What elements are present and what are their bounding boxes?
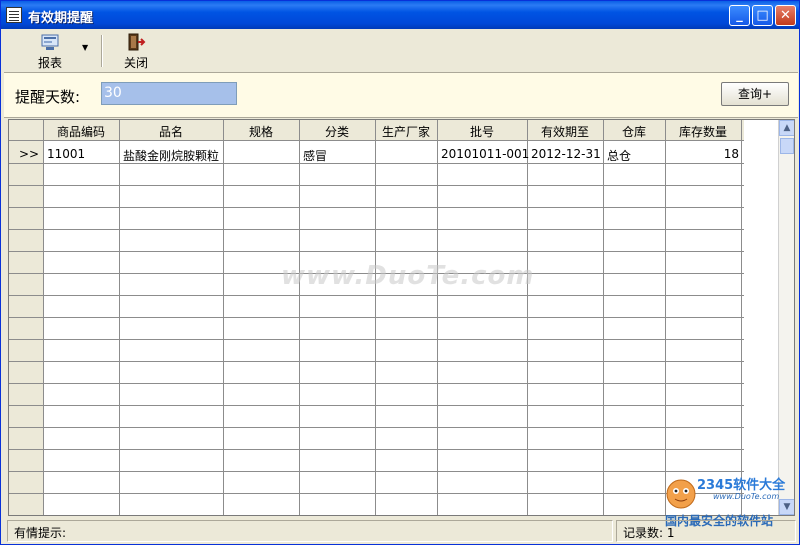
close-icon: ✕ xyxy=(780,8,791,23)
grid-row-line xyxy=(9,185,744,186)
maximize-button[interactable]: □ xyxy=(752,5,773,26)
cell-code[interactable]: 11001 xyxy=(47,147,85,161)
cell-batch[interactable]: 20101011-001 xyxy=(441,147,529,161)
col-header-stock[interactable]: 库存数量 xyxy=(665,123,741,140)
toolbar: 报表 ▼ 关闭 xyxy=(4,31,798,71)
col-header-name[interactable]: 品名 xyxy=(119,123,223,140)
record-count-label: 记录数: xyxy=(623,526,664,540)
scroll-up-icon[interactable]: ▲ xyxy=(779,120,794,136)
grid-row-line xyxy=(9,471,744,472)
cell-stock[interactable]: 18 xyxy=(665,147,739,161)
filter-bar: 提醒天数: 30 查询+ xyxy=(4,72,798,118)
grid-row-line xyxy=(9,427,744,428)
window-title: 有效期提醒 xyxy=(28,11,94,26)
grid-row-line xyxy=(9,317,744,318)
cell-warehouse[interactable]: 总仓 xyxy=(607,147,631,164)
watermark: www.DuoTe.com xyxy=(281,261,535,291)
close-button[interactable]: 关闭 xyxy=(118,33,154,70)
main-window: 有效期提醒 _ □ ✕ 报表 ▼ 关闭 提醒天数: 30 查询+ 商品编码 品名… xyxy=(0,0,800,545)
minimize-button[interactable]: _ xyxy=(729,5,750,26)
report-button[interactable]: 报表 xyxy=(32,33,68,70)
grid-row-line xyxy=(9,361,744,362)
col-header-expiry[interactable]: 有效期至 xyxy=(527,123,603,140)
exit-door-icon xyxy=(128,33,146,51)
row-marker: >> xyxy=(19,147,40,161)
grid-column-line xyxy=(375,120,376,515)
col-header-category[interactable]: 分类 xyxy=(299,123,375,140)
minimize-icon: _ xyxy=(736,8,743,23)
row-header-column xyxy=(9,120,43,515)
col-header-spec[interactable]: 规格 xyxy=(223,123,299,140)
col-header-manufacturer[interactable]: 生产厂家 xyxy=(375,123,437,140)
maximize-icon: □ xyxy=(756,8,769,23)
status-bar: 有情提示: 记录数: 1 xyxy=(4,518,798,544)
grid-column-line xyxy=(43,120,44,515)
grid-column-line xyxy=(299,120,300,515)
col-header-warehouse[interactable]: 仓库 xyxy=(603,123,665,140)
hint-panel: 有情提示: xyxy=(7,520,613,542)
grid-column-line xyxy=(603,120,604,515)
window-icon xyxy=(6,7,22,23)
grid-column-line xyxy=(223,120,224,515)
scroll-thumb[interactable] xyxy=(780,138,794,154)
query-button[interactable]: 查询+ xyxy=(721,82,789,106)
grid-row-line xyxy=(9,515,744,516)
grid-row-line xyxy=(9,383,744,384)
cell-category[interactable]: 感冒 xyxy=(303,147,327,164)
grid-row-line xyxy=(9,295,744,296)
toolbar-separator xyxy=(101,35,103,67)
record-count-value: 1 xyxy=(666,526,675,540)
reminder-days-label: 提醒天数: xyxy=(15,88,81,106)
grid-column-line xyxy=(741,120,742,515)
grid-column-line xyxy=(437,120,438,515)
grid-row-line xyxy=(9,339,744,340)
record-count-panel: 记录数: 1 xyxy=(616,520,796,542)
col-header-code[interactable]: 商品编码 xyxy=(43,123,119,140)
report-label: 报表 xyxy=(37,56,62,70)
grid-row-line xyxy=(9,449,744,450)
grid-row-line xyxy=(9,405,744,406)
close-window-button[interactable]: ✕ xyxy=(775,5,796,26)
hint-label: 有情提示: xyxy=(14,526,67,540)
logo-url: www.DuoTe.com xyxy=(713,492,780,501)
col-header-batch[interactable]: 批号 xyxy=(437,123,527,140)
logo-brand: 2345软件大全 xyxy=(697,478,786,493)
mascot-icon xyxy=(666,479,696,509)
grid-row-line xyxy=(9,493,744,494)
grid-row-line xyxy=(9,207,744,208)
grid-column-line xyxy=(119,120,120,515)
site-logo: 2345软件大全 www.DuoTe.com 国内最安全的软件站 xyxy=(661,466,799,528)
expiry-grid: 商品编码 品名 规格 分类 生产厂家 批号 有效期至 仓库 库存数量 >> 11… xyxy=(8,119,795,516)
cell-name[interactable]: 盐酸金刚烷胺颗粒 xyxy=(123,147,219,164)
title-bar[interactable]: 有效期提醒 _ □ ✕ xyxy=(1,1,799,29)
vertical-scrollbar[interactable]: ▲ ▼ xyxy=(778,120,794,515)
report-icon xyxy=(41,34,59,50)
grid-column-line xyxy=(527,120,528,515)
grid-row-line xyxy=(9,251,744,252)
close-label: 关闭 xyxy=(123,56,148,70)
reminder-days-input[interactable]: 30 xyxy=(101,82,237,105)
cell-expiry[interactable]: 2012-12-31 xyxy=(531,147,601,161)
grid-row-line xyxy=(9,229,744,230)
grid-column-line xyxy=(665,120,666,515)
report-dropdown-icon[interactable]: ▼ xyxy=(82,43,88,52)
grid-row-line xyxy=(9,163,744,164)
